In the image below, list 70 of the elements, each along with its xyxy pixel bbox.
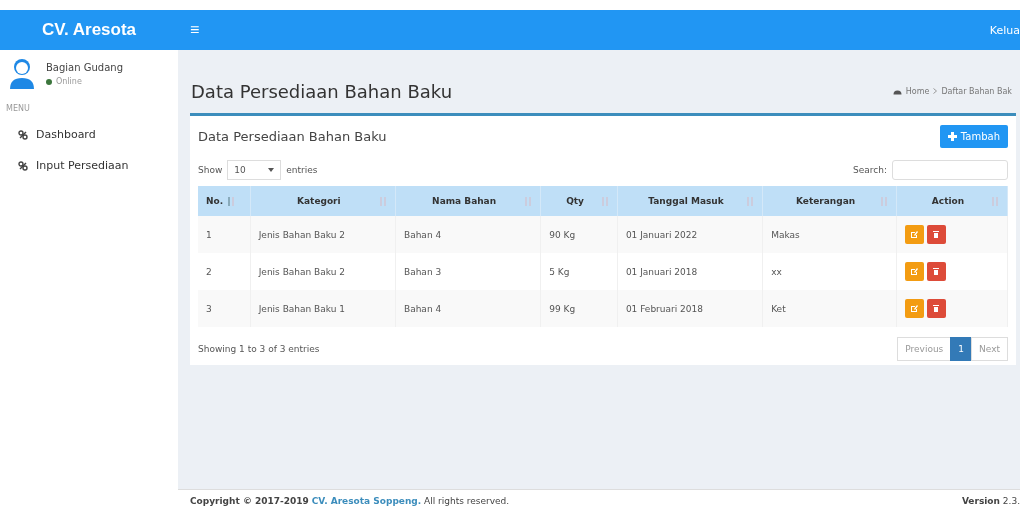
show-label: Show — [198, 165, 223, 175]
pagination-button[interactable]: 1 — [950, 337, 973, 361]
company-link[interactable]: CV. Aresota Soppeng. — [311, 495, 422, 506]
table-cell: Jenis Bahan Baku 1 — [258, 303, 346, 314]
edit-icon — [910, 268, 918, 275]
breadcrumb-link[interactable]: Home — [905, 86, 930, 96]
table-cell: 2 — [206, 266, 212, 277]
table-cell: Jenis Bahan Baku 2 — [258, 229, 346, 240]
panel-title: Data Persediaan Bahan Baku — [198, 128, 387, 144]
sort-icon[interactable] — [378, 195, 387, 207]
table-cell: 01 Januari 2022 — [625, 229, 698, 240]
sort-icon[interactable] — [879, 195, 888, 207]
link-icon — [18, 129, 28, 140]
plus-icon — [947, 131, 957, 141]
page-title: Data Persediaan Bahan Baku — [191, 80, 453, 102]
sort-icon[interactable] — [991, 195, 999, 207]
copyright-text: Copyright © 2017-2019 CV. Aresota Soppeng. All rights reserved. — [190, 495, 510, 506]
table-cell: 99 Kg — [549, 303, 576, 314]
table-cell: Bahan 4 — [403, 229, 442, 240]
status-dot — [46, 78, 52, 85]
version-text: Version 2.3. — [961, 495, 1020, 506]
caret-icon — [268, 168, 275, 172]
menu-label: MENU — [5, 103, 31, 115]
table-cell: Jenis Bahan Baku 2 — [258, 266, 346, 277]
breadcrumb-current: Daftar Bahan Bak — [941, 86, 1012, 96]
user-avatar-icon — [8, 58, 36, 90]
table-cell: 1 — [206, 229, 212, 240]
user-status: Online — [56, 77, 82, 86]
trash-icon — [933, 231, 940, 238]
edit-icon — [910, 305, 918, 312]
column-header[interactable]: Tanggal Masuk — [648, 196, 724, 206]
table-cell: 5 Kg — [549, 266, 570, 277]
search-label: Search: — [853, 165, 887, 175]
column-header[interactable]: Qty — [566, 196, 584, 206]
page-size-select[interactable]: 10 — [227, 160, 282, 180]
sort-icon[interactable] — [746, 195, 755, 207]
table-cell: 3 — [206, 303, 212, 314]
search-field[interactable] — [892, 160, 1008, 180]
chevron-icon — [933, 88, 938, 94]
table-cell: 01 Februari 2018 — [625, 303, 703, 314]
delete-button[interactable] — [926, 262, 946, 281]
table-cell: 90 Kg — [549, 229, 576, 240]
column-header[interactable]: Nama Bahan — [432, 196, 497, 206]
table-cell: xx — [771, 266, 782, 277]
table-cell: Ket — [771, 303, 786, 314]
edit-button[interactable] — [904, 262, 924, 281]
column-header[interactable]: No. — [206, 196, 224, 206]
trash-icon — [933, 305, 940, 312]
delete-button[interactable] — [926, 299, 946, 318]
sort-icon[interactable] — [227, 195, 236, 207]
table-cell: 01 Januari 2018 — [625, 266, 698, 277]
trash-icon — [933, 268, 940, 275]
delete-button[interactable] — [926, 225, 946, 244]
edit-button[interactable] — [904, 299, 924, 318]
entries-label: entries — [286, 165, 318, 175]
table-cell: Makas — [771, 229, 800, 240]
sidebar-item[interactable]: Input Persediaan — [0, 150, 178, 181]
table-cell: Bahan 3 — [403, 266, 442, 277]
sort-icon[interactable] — [600, 195, 609, 207]
table-info: Showing 1 to 3 of 3 entries — [198, 344, 320, 354]
edit-button[interactable] — [904, 225, 924, 244]
column-header[interactable]: Kategori — [297, 196, 341, 206]
table-cell: Bahan 4 — [403, 303, 442, 314]
sort-icon[interactable] — [524, 195, 533, 207]
column-header[interactable]: Action — [931, 196, 965, 206]
link-icon — [18, 160, 28, 171]
edit-icon — [910, 231, 918, 238]
column-header[interactable]: Keterangan — [795, 196, 856, 206]
user-name: Bagian Gudang — [46, 62, 123, 73]
sidebar-item[interactable]: Dashboard — [0, 119, 178, 150]
